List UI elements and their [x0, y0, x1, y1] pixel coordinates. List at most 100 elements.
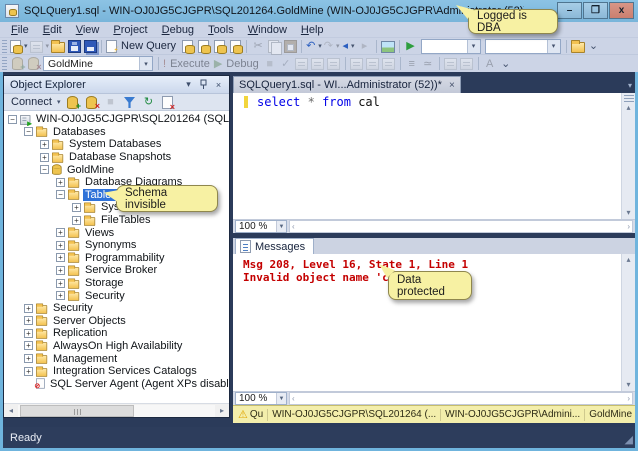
execute-button[interactable]: !Execute: [162, 56, 213, 72]
menu-debug[interactable]: Debug: [155, 24, 201, 36]
window-layout-button[interactable]: ▾: [29, 38, 51, 54]
tree-item-sql-server-agent-agent-xps-disabled[interactable]: SQL Server Agent (Agent XPs disabled): [4, 377, 229, 390]
expand-icon[interactable]: +: [24, 304, 33, 313]
expand-icon[interactable]: +: [72, 216, 81, 225]
expand-icon[interactable]: +: [56, 241, 65, 250]
expand-icon[interactable]: +: [24, 316, 33, 325]
database-engine-query-button[interactable]: [179, 38, 195, 54]
xmla-query-button[interactable]: [227, 38, 243, 54]
comment-selection-button[interactable]: ≡: [404, 56, 420, 72]
editor-horizontal-scrollbar[interactable]: ‹›: [289, 220, 633, 233]
run-button[interactable]: ▶: [403, 38, 419, 54]
scroll-down-icon[interactable]: ▾: [626, 379, 630, 391]
intellisense-enabled-button[interactable]: [326, 56, 342, 72]
increase-indent-button[interactable]: [459, 56, 475, 72]
menu-edit[interactable]: Edit: [36, 24, 69, 36]
debug-button[interactable]: ▶Debug: [213, 56, 262, 72]
pin-icon[interactable]: [196, 78, 211, 92]
tree-item-server-objects[interactable]: +Server Objects: [4, 315, 229, 328]
expand-icon[interactable]: +: [24, 329, 33, 338]
tree-item-synonyms[interactable]: +Synonyms: [4, 239, 229, 252]
connect-menu-button[interactable]: Connect▾: [8, 95, 62, 110]
reports-button[interactable]: [160, 95, 176, 110]
tree-item-system-databases[interactable]: +System Databases: [4, 138, 229, 151]
redo-button[interactable]: ↷▾: [323, 38, 341, 54]
expand-icon[interactable]: +: [56, 178, 65, 187]
include-client-statistics-button[interactable]: [365, 56, 381, 72]
query-document-tab[interactable]: SQLQuery1.sql - WI...Administrator (52))…: [233, 76, 461, 93]
decrease-indent-button[interactable]: [443, 56, 459, 72]
scroll-right-icon[interactable]: ›: [627, 394, 630, 403]
open-recent-button[interactable]: [570, 38, 586, 54]
editor-zoom-combo[interactable]: 100 %▼: [235, 220, 287, 233]
query-options-button[interactable]: [310, 56, 326, 72]
tree-item-alwayson-high-availability[interactable]: +AlwaysOn High Availability: [4, 340, 229, 353]
navigate-backward-button[interactable]: ◂▾: [341, 38, 357, 54]
activity-monitor-button[interactable]: [380, 38, 396, 54]
menu-file[interactable]: File: [4, 24, 36, 36]
tree-item-goldmine[interactable]: −GoldMine: [4, 163, 229, 176]
expand-icon[interactable]: +: [56, 291, 65, 300]
tree-item-programmability[interactable]: +Programmability: [4, 252, 229, 265]
scroll-up-icon[interactable]: ▴: [626, 102, 630, 114]
messages-vertical-scrollbar[interactable]: ▴ ▾: [621, 254, 635, 391]
display-estimated-plan-button[interactable]: [294, 56, 310, 72]
minimize-button[interactable]: –: [557, 2, 582, 19]
collapse-icon[interactable]: −: [24, 127, 33, 136]
mdx-query-button[interactable]: [195, 38, 211, 54]
stop-button[interactable]: ■: [262, 56, 278, 72]
results-to-file-button[interactable]: [381, 56, 397, 72]
criteria-combo[interactable]: ▾: [485, 39, 561, 54]
scroll-left-icon[interactable]: ‹: [292, 394, 295, 403]
messages-zoom-combo[interactable]: 100 %▼: [235, 392, 287, 405]
parse-button[interactable]: ✓: [278, 56, 294, 72]
navigate-forward-button[interactable]: ▸: [357, 38, 373, 54]
include-actual-plan-button[interactable]: [349, 56, 365, 72]
find-combo[interactable]: ▾: [421, 39, 481, 54]
scroll-left-icon[interactable]: ◂: [4, 405, 18, 417]
tree-item-win-oj0jg5cjgpr-sql201264-sql-server-11-[interactable]: −WIN-OJ0JG5CJGPR\SQL201264 (SQL Server 1…: [4, 113, 229, 126]
expand-icon[interactable]: +: [56, 228, 65, 237]
tree-item-filetables[interactable]: +FileTables: [4, 214, 229, 227]
messages-tab[interactable]: Messages: [235, 238, 314, 254]
paste-button[interactable]: [282, 38, 298, 54]
expand-icon[interactable]: +: [56, 279, 65, 288]
expand-icon[interactable]: +: [72, 203, 81, 212]
menu-window[interactable]: Window: [241, 24, 294, 36]
scroll-down-icon[interactable]: ▾: [626, 207, 630, 219]
copy-button[interactable]: [266, 38, 282, 54]
disconnect-database-button[interactable]: [25, 56, 41, 72]
disconnect-button[interactable]: [84, 95, 100, 110]
tree-item-databases[interactable]: −Databases: [4, 126, 229, 139]
close-button[interactable]: x: [609, 2, 634, 19]
collapse-icon[interactable]: −: [8, 115, 17, 124]
expand-icon[interactable]: +: [24, 354, 33, 363]
uncomment-selection-button[interactable]: ≃: [420, 56, 436, 72]
scroll-right-icon[interactable]: ▸: [215, 405, 229, 417]
collapse-icon[interactable]: −: [56, 190, 65, 199]
open-file-button[interactable]: [50, 38, 66, 54]
window-position-icon[interactable]: ▾: [181, 78, 196, 92]
new-query-button[interactable]: New Query: [105, 38, 179, 54]
connect-database-button[interactable]: [9, 56, 25, 72]
cut-button[interactable]: ✂: [250, 38, 266, 54]
tab-list-chevron-icon[interactable]: ▾: [628, 81, 632, 90]
tree-item-security[interactable]: +Security: [4, 302, 229, 315]
available-databases-combo[interactable]: GoldMine▾: [43, 56, 153, 71]
dmx-query-button[interactable]: [211, 38, 227, 54]
messages-horizontal-scrollbar[interactable]: ‹›: [289, 392, 633, 405]
toolbar2-overflow-button[interactable]: ⌄: [498, 56, 514, 72]
stop-process-button[interactable]: ■: [103, 95, 119, 110]
menu-project[interactable]: Project: [106, 24, 154, 36]
expand-icon[interactable]: +: [56, 266, 65, 275]
expand-icon[interactable]: +: [40, 140, 49, 149]
object-explorer-horizontal-scrollbar[interactable]: ◂ ▸: [4, 403, 229, 417]
scroll-up-icon[interactable]: ▴: [626, 254, 630, 266]
menu-help[interactable]: Help: [294, 24, 331, 36]
splitter-handle[interactable]: [624, 95, 634, 102]
expand-icon[interactable]: +: [24, 341, 33, 350]
expand-icon[interactable]: +: [56, 253, 65, 262]
menu-tools[interactable]: Tools: [201, 24, 241, 36]
maximize-button[interactable]: ❐: [583, 2, 608, 19]
resize-grip-icon[interactable]: ◢: [625, 433, 633, 446]
